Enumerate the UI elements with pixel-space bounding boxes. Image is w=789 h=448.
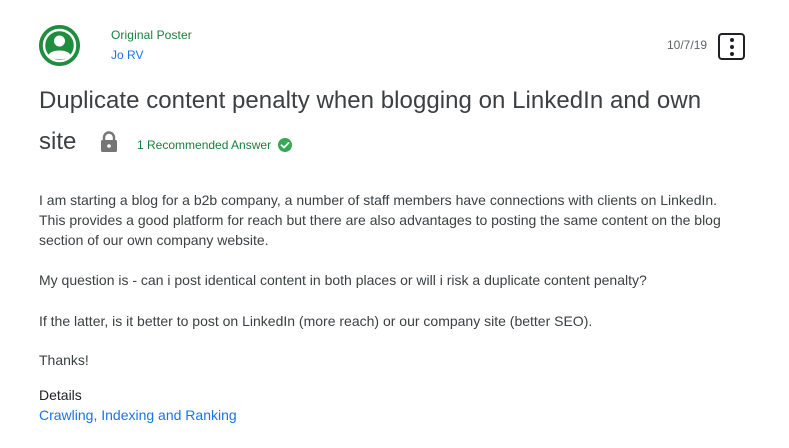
poster-name-link[interactable]: Jo RV [111,48,143,62]
poster-role-label: Original Poster [111,28,192,42]
lock-icon [99,131,119,153]
post-title-continued: site [39,128,77,155]
details-heading: Details [39,387,82,403]
recommended-answer-link[interactable]: 1 Recommended Answer [137,138,271,152]
post-body-paragraph: Thanks! [39,352,89,368]
user-avatar-icon[interactable] [39,25,80,66]
post-page: Original Poster Jo RV 10/7/19 Duplicate … [0,0,789,448]
more-options-button[interactable] [718,33,745,60]
post-body-paragraph: My question is - can i post identical co… [39,272,647,288]
details-category-link[interactable]: Crawling, Indexing and Ranking [39,407,237,423]
more-vert-icon-dot [729,44,734,49]
check-circle-icon [277,137,293,153]
post-title: Duplicate content penalty when blogging … [39,87,702,114]
more-vert-icon [729,37,734,42]
post-body-paragraph: If the latter, is it better to post on L… [39,313,593,329]
more-vert-icon-dot [729,51,734,56]
post-body-paragraph: I am starting a blog for a b2b company, … [39,192,721,248]
post-date: 10/7/19 [667,38,708,52]
